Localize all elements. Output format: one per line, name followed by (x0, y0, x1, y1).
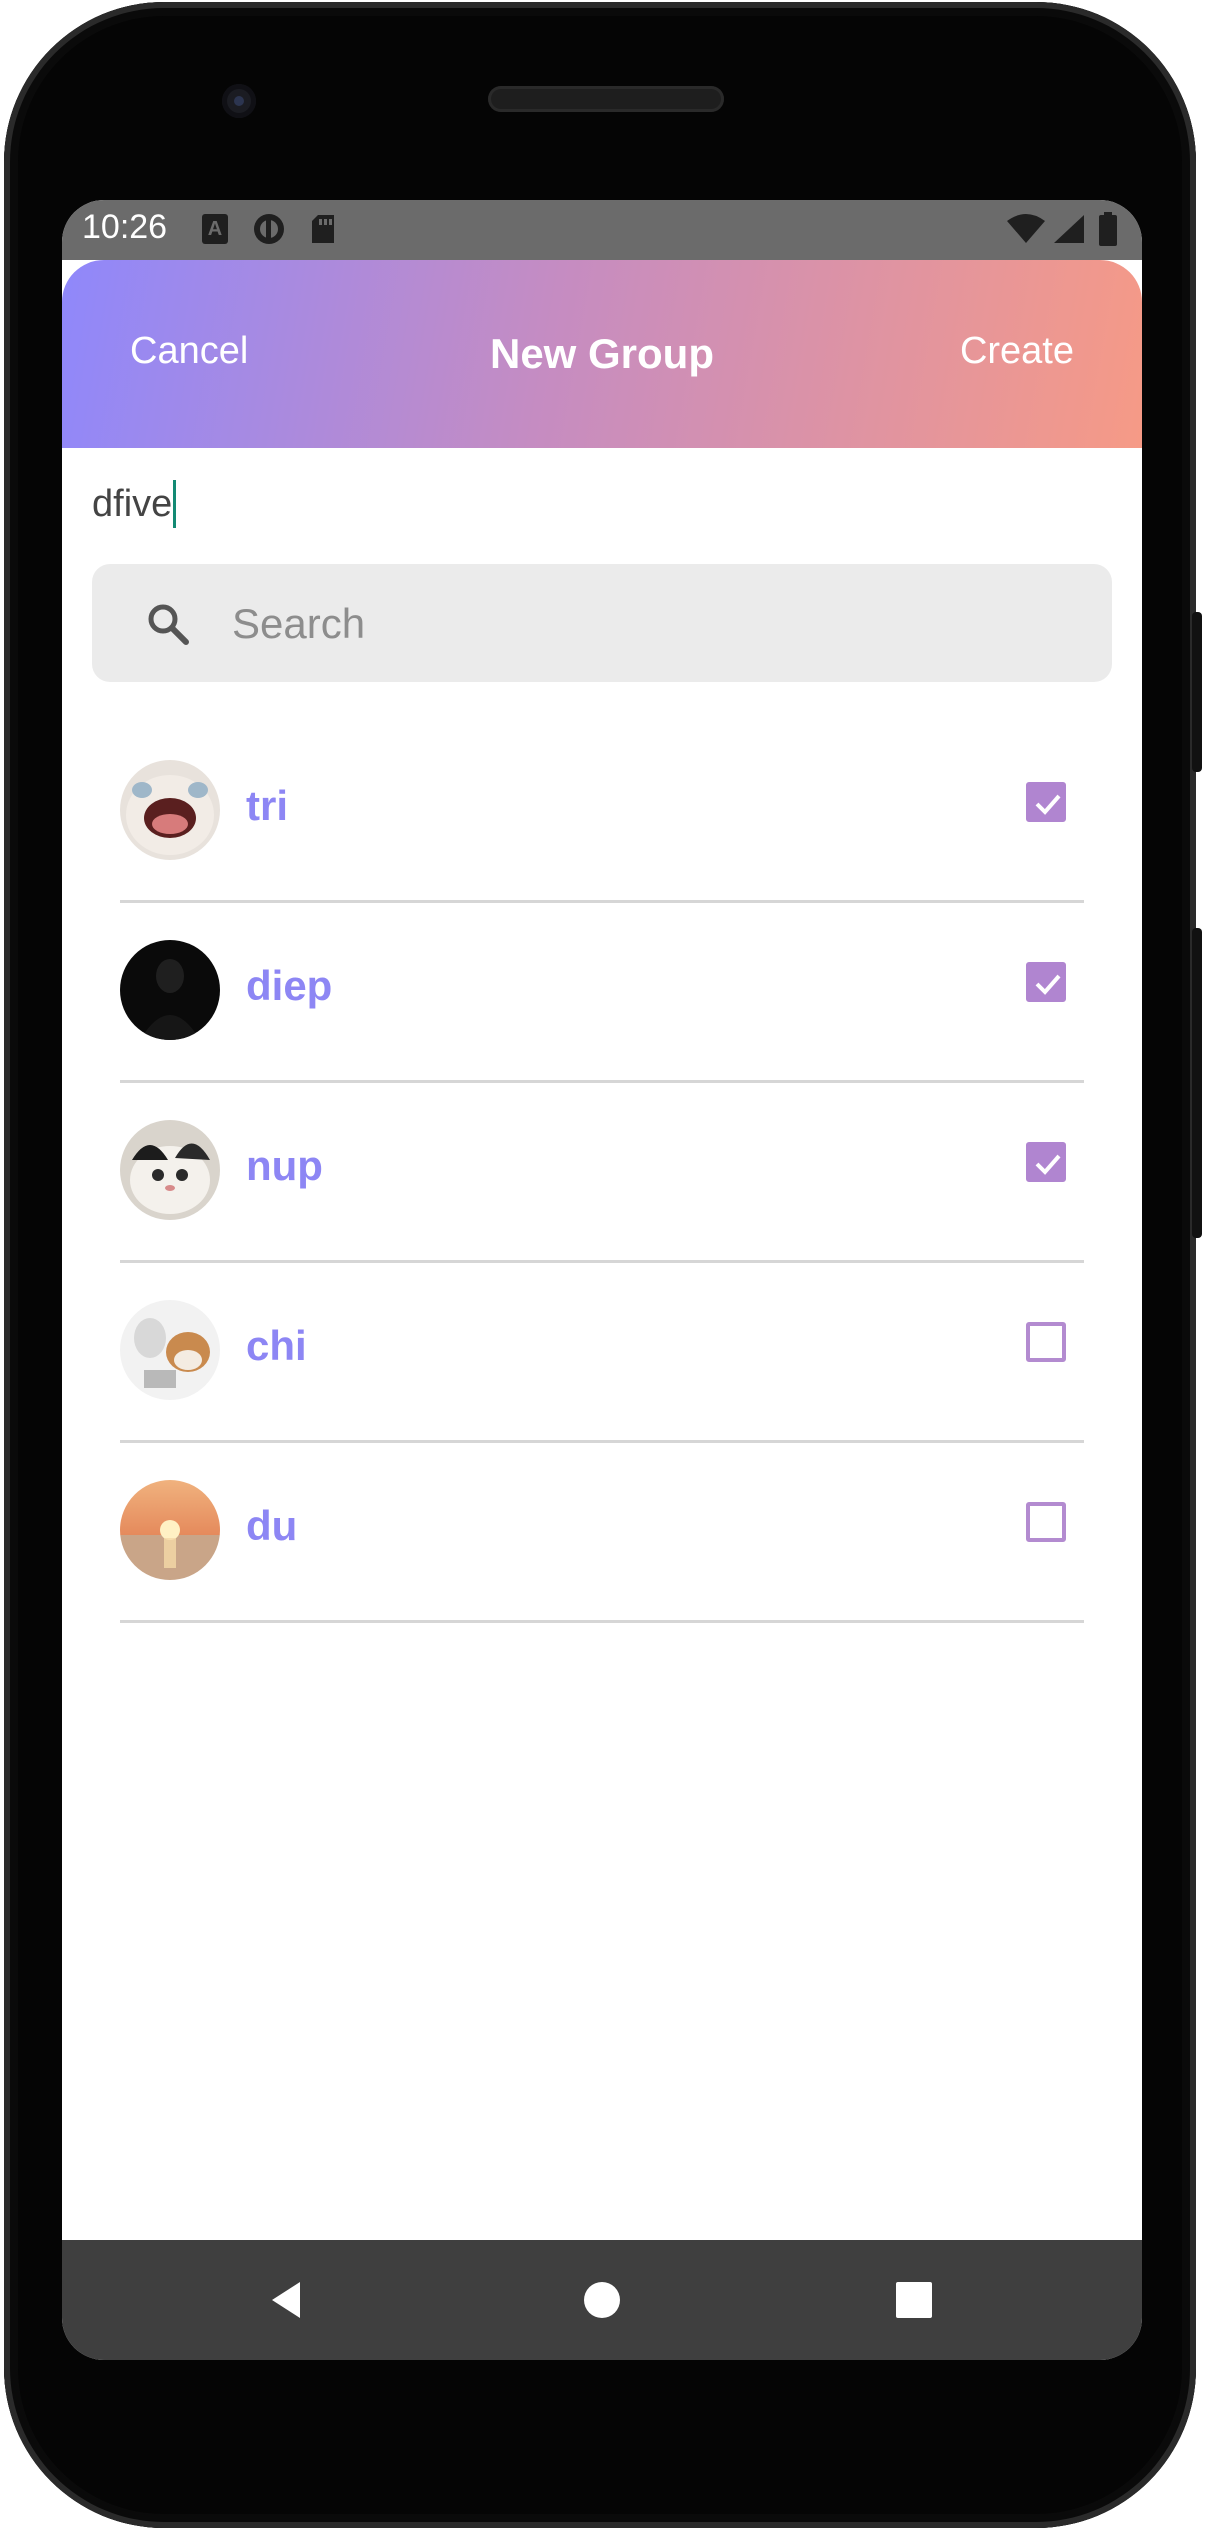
list-item[interactable]: nup (120, 1080, 1084, 1263)
avatar (120, 1300, 220, 1400)
status-bar: 10:26 A (62, 200, 1142, 260)
recents-icon[interactable] (894, 2280, 934, 2320)
group-name-input[interactable]: dfive (92, 480, 177, 530)
contrast-icon (252, 214, 286, 244)
list-item[interactable]: tri (120, 720, 1084, 903)
power-button (1192, 612, 1202, 772)
earpiece-speaker (488, 86, 724, 112)
list-item[interactable]: diep (120, 900, 1084, 1083)
front-camera (222, 84, 256, 118)
list-item[interactable]: du (120, 1440, 1084, 1623)
checkmark-icon (1035, 794, 1061, 815)
back-icon[interactable] (268, 2280, 308, 2320)
search-placeholder: Search (232, 600, 366, 647)
user-name: nup (246, 1142, 323, 1189)
user-name: diep (246, 962, 333, 1009)
search-bar[interactable]: Search (92, 564, 1112, 682)
home-icon[interactable] (582, 2280, 622, 2320)
select-checkbox[interactable] (1026, 962, 1066, 1002)
checkmark-icon (1035, 1154, 1061, 1175)
avatar (120, 940, 220, 1040)
signal-icon (1052, 214, 1086, 244)
avatar (120, 760, 220, 860)
header-bar: Cancel New Group Create (62, 260, 1142, 448)
user-name: chi (246, 1322, 307, 1369)
avatar (120, 1480, 220, 1580)
status-time: 10:26 (82, 208, 168, 246)
list-item[interactable]: chi (120, 1260, 1084, 1443)
sd-card-icon (310, 214, 336, 244)
search-icon (148, 604, 189, 645)
navigation-bar (62, 2240, 1142, 2360)
select-checkbox[interactable] (1026, 782, 1066, 822)
group-name-value: dfive (92, 483, 173, 526)
select-checkbox[interactable] (1026, 1502, 1066, 1542)
battery-icon (1098, 212, 1118, 246)
volume-button (1192, 928, 1202, 1238)
wifi-icon (1006, 214, 1046, 244)
a-box-icon: A (202, 214, 228, 244)
select-checkbox[interactable] (1026, 1142, 1066, 1182)
user-name: du (246, 1502, 298, 1549)
select-checkbox[interactable] (1026, 1322, 1066, 1362)
user-name: tri (246, 782, 288, 829)
text-caret (173, 480, 177, 528)
phone-frame: 10:26 A Cancel New Group Create dfive Se… (4, 2, 1196, 2528)
checkmark-icon (1035, 974, 1061, 995)
screen: 10:26 A Cancel New Group Create dfive Se… (62, 200, 1142, 2360)
avatar (120, 1120, 220, 1220)
create-button[interactable]: Create (960, 330, 1074, 373)
